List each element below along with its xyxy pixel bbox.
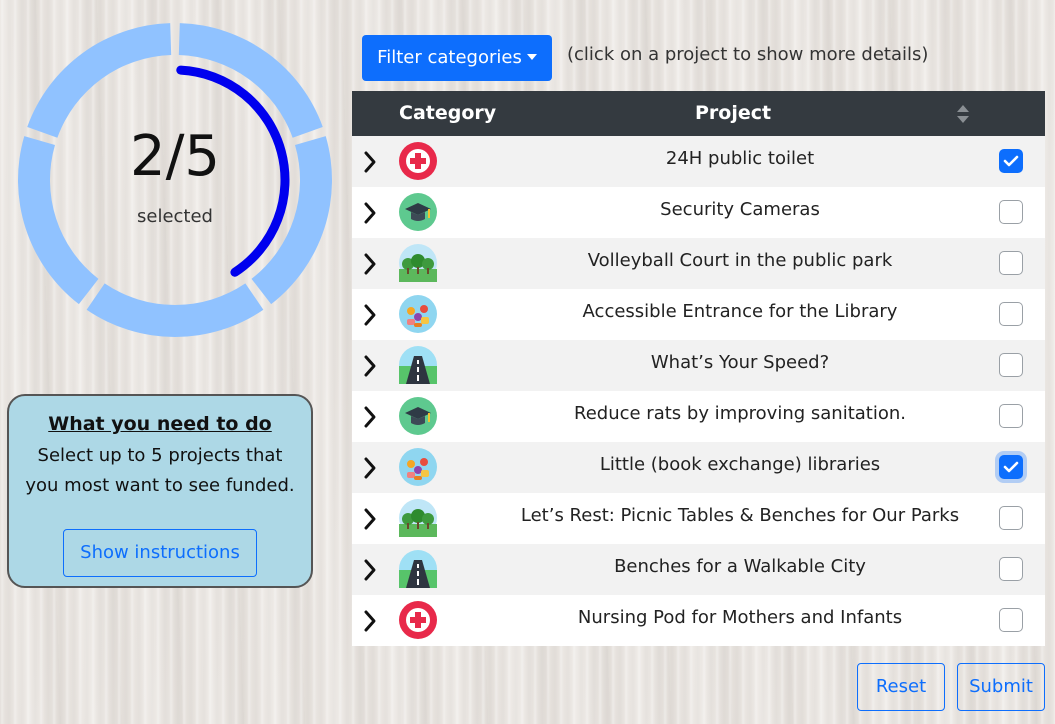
column-header-category: Category — [399, 102, 497, 124]
chevron-right-icon[interactable] — [362, 456, 378, 480]
project-checkbox[interactable] — [999, 608, 1023, 632]
instructions-title: What you need to do — [48, 413, 272, 435]
park-trees-icon — [399, 499, 437, 537]
chevron-right-icon[interactable] — [362, 201, 378, 225]
selection-count: 2/5 — [129, 124, 221, 189]
chevron-right-icon[interactable] — [362, 405, 378, 429]
table-body: 24H public toilet Security Cameras Volleyb… — [352, 136, 1045, 646]
chevron-right-icon[interactable] — [362, 507, 378, 531]
selection-label: selected — [137, 206, 213, 227]
community-people-icon — [399, 448, 437, 486]
table-header: Category Project — [352, 91, 1045, 136]
project-name: Benches for a Walkable City — [614, 556, 866, 577]
education-cap-icon — [399, 397, 437, 435]
column-header-project[interactable]: Project — [695, 102, 771, 124]
details-hint: (click on a project to show more details… — [567, 44, 929, 65]
table-row[interactable]: Let’s Rest: Picnic Tables & Benches for … — [352, 493, 1045, 544]
table-row[interactable]: Reduce rats by improving sanitation. — [352, 391, 1045, 442]
project-name: Reduce rats by improving sanitation. — [574, 403, 906, 424]
filter-categories-label: Filter categories — [377, 47, 522, 68]
project-name: Accessible Entrance for the Library — [582, 301, 898, 322]
project-checkbox[interactable] — [999, 506, 1023, 530]
table-row[interactable]: Little (book exchange) libraries — [352, 442, 1045, 493]
project-name: Security Cameras — [660, 199, 820, 220]
ring-segment — [27, 23, 172, 138]
chevron-right-icon[interactable] — [362, 354, 378, 378]
instructions-text: Select up to 5 projects that you most wa… — [25, 445, 295, 496]
project-checkbox[interactable] — [999, 302, 1023, 326]
park-trees-icon — [399, 244, 437, 282]
project-name: What’s Your Speed? — [650, 352, 830, 373]
road-icon — [399, 550, 437, 588]
project-name: Let’s Rest: Picnic Tables & Benches for … — [520, 505, 960, 526]
submit-button[interactable]: Submit — [957, 663, 1045, 711]
project-checkbox[interactable] — [999, 455, 1023, 479]
caret-down-icon — [526, 54, 537, 60]
table-row[interactable]: Benches for a Walkable City — [352, 544, 1045, 595]
reset-button[interactable]: Reset — [857, 663, 945, 711]
chevron-right-icon[interactable] — [362, 150, 378, 174]
instructions-panel: What you need to do Select up to 5 proje… — [7, 394, 313, 588]
chevron-right-icon[interactable] — [362, 558, 378, 582]
project-checkbox[interactable] — [999, 404, 1023, 428]
show-instructions-button[interactable]: Show instructions — [63, 529, 257, 577]
check-icon — [1003, 461, 1019, 473]
chevron-right-icon[interactable] — [362, 303, 378, 327]
table-row[interactable]: Security Cameras — [352, 187, 1045, 238]
project-checkbox[interactable] — [999, 353, 1023, 377]
table-row[interactable]: What’s Your Speed? — [352, 340, 1045, 391]
education-cap-icon — [399, 193, 437, 231]
road-icon — [399, 346, 437, 384]
chevron-right-icon[interactable] — [362, 252, 378, 276]
projects-table: Category Project 24H public toilet Securi… — [352, 91, 1045, 646]
health-cross-icon — [399, 601, 437, 639]
table-row[interactable]: 24H public toilet — [352, 136, 1045, 187]
table-row[interactable]: Nursing Pod for Mothers and Infants — [352, 595, 1045, 646]
project-name: 24H public toilet — [665, 148, 815, 169]
sort-icon[interactable] — [956, 104, 970, 124]
ring-segment — [86, 283, 264, 337]
health-cross-icon — [399, 142, 437, 180]
community-people-icon — [399, 295, 437, 333]
check-icon — [1003, 155, 1019, 167]
project-checkbox[interactable] — [999, 557, 1023, 581]
project-checkbox[interactable] — [999, 149, 1023, 173]
project-name: Little (book exchange) libraries — [599, 454, 881, 475]
chevron-right-icon[interactable] — [362, 609, 378, 633]
table-row[interactable]: Accessible Entrance for the Library — [352, 289, 1045, 340]
project-name: Volleyball Court in the public park — [587, 250, 893, 271]
project-checkbox[interactable] — [999, 251, 1023, 275]
ring-segment — [178, 23, 323, 138]
project-checkbox[interactable] — [999, 200, 1023, 224]
filter-categories-button[interactable]: Filter categories — [362, 35, 552, 81]
table-row[interactable]: Volleyball Court in the public park — [352, 238, 1045, 289]
project-name: Nursing Pod for Mothers and Infants — [577, 607, 903, 628]
